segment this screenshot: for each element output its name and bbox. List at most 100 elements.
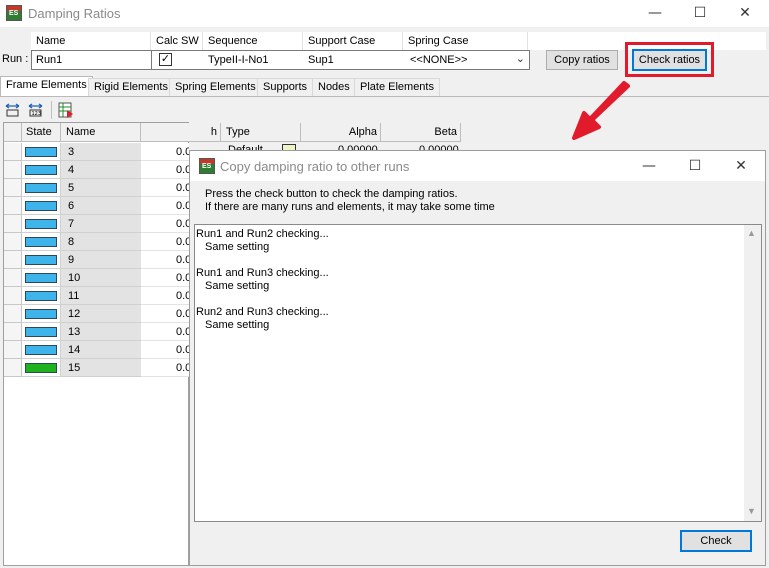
state-cell[interactable] <box>22 323 61 341</box>
toolbar-separator <box>51 101 52 119</box>
check-ratios-button[interactable]: Check ratios <box>632 49 707 71</box>
h-value-cell[interactable]: 0.05000 <box>141 215 189 233</box>
state-cell[interactable] <box>22 197 61 215</box>
element-name-cell[interactable]: 5 <box>61 179 141 197</box>
h-value-cell[interactable]: 0.05000 <box>141 197 189 215</box>
h-value-cell[interactable]: 0.05000 <box>141 341 189 359</box>
support-case-value[interactable]: Sup1 <box>304 51 404 69</box>
element-name-cell[interactable]: 7 <box>61 215 141 233</box>
scroll-up-icon[interactable]: ▲ <box>747 228 756 238</box>
grid-header-alpha[interactable]: Alpha <box>301 123 381 142</box>
row-header[interactable] <box>4 143 22 161</box>
run-name-field[interactable]: Run1 <box>32 51 152 69</box>
element-name-cell[interactable]: 15 <box>61 359 141 377</box>
h-value-cell[interactable]: 0.05000 <box>141 161 189 179</box>
grid-header-name[interactable]: Name <box>61 123 141 142</box>
h-value-cell[interactable]: 0.05000 <box>141 179 189 197</box>
h-value-cell[interactable]: 0.05000 <box>141 359 189 377</box>
h-value-cell[interactable]: 0.05000 <box>141 143 189 161</box>
dialog-minimize-button[interactable]: — <box>626 153 672 180</box>
check-button[interactable]: Check <box>680 530 752 552</box>
element-name-cell[interactable]: 8 <box>61 233 141 251</box>
h-value-cell[interactable]: 0.05000 <box>141 251 189 269</box>
element-name-cell[interactable]: 12 <box>61 305 141 323</box>
state-cell[interactable] <box>22 359 61 377</box>
grid-header-beta[interactable]: Beta <box>381 123 461 142</box>
grid-header-h[interactable]: h <box>141 123 221 142</box>
row-header[interactable] <box>4 341 22 359</box>
sequence-value[interactable]: TypeII-I-No1 <box>204 51 304 69</box>
state-cell[interactable] <box>22 143 61 161</box>
element-name-cell[interactable]: 10 <box>61 269 141 287</box>
dialog-close-button[interactable]: ✕ <box>718 153 764 180</box>
element-name-cell[interactable]: 4 <box>61 161 141 179</box>
state-indicator <box>25 219 57 229</box>
h-value-cell[interactable]: 0.05000 <box>141 305 189 323</box>
state-cell[interactable] <box>22 233 61 251</box>
log-result: Same setting <box>205 280 270 292</box>
h-value-cell[interactable]: 0.05000 <box>141 269 189 287</box>
state-cell[interactable] <box>22 179 61 197</box>
state-cell[interactable] <box>22 161 61 179</box>
minimize-button[interactable]: — <box>632 0 678 27</box>
dialog-instruction-line-2: If there are many runs and elements, it … <box>205 201 495 213</box>
row-header[interactable] <box>4 251 22 269</box>
fit-columns-icon[interactable]: 123 <box>27 102 44 118</box>
row-header[interactable] <box>4 197 22 215</box>
row-header[interactable] <box>4 179 22 197</box>
log-heading: Run1 and Run3 checking... <box>196 267 329 279</box>
tab-rigid-elements[interactable]: Rigid Elements <box>88 78 174 96</box>
state-cell[interactable] <box>22 305 61 323</box>
tab-nodes[interactable]: Nodes <box>312 78 356 96</box>
row-header[interactable] <box>4 215 22 233</box>
state-cell[interactable] <box>22 251 61 269</box>
row-header[interactable] <box>4 359 22 377</box>
row-header[interactable] <box>4 323 22 341</box>
dialog-maximize-button[interactable]: ☐ <box>672 153 718 180</box>
h-value-cell[interactable]: 0.05000 <box>141 323 189 341</box>
state-indicator <box>25 147 57 157</box>
expand-columns-icon[interactable] <box>4 102 21 118</box>
h-value-cell[interactable]: 0.05000 <box>141 233 189 251</box>
element-name-cell[interactable]: 9 <box>61 251 141 269</box>
row-header[interactable] <box>4 305 22 323</box>
grid-header-state[interactable]: State <box>22 123 61 142</box>
element-name-cell[interactable]: 13 <box>61 323 141 341</box>
chevron-down-icon[interactable]: ⌄ <box>516 52 525 65</box>
maximize-button[interactable]: ☐ <box>677 0 723 27</box>
tab-spring-elements[interactable]: Spring Elements <box>169 78 262 96</box>
element-name-cell[interactable]: 3 <box>61 143 141 161</box>
row-header[interactable] <box>4 161 22 179</box>
column-header-calc-sw: Calc SW <box>151 32 203 50</box>
spring-case-value[interactable]: <<NONE>> <box>406 51 506 69</box>
tab-supports[interactable]: Supports <box>257 78 314 96</box>
element-name-cell[interactable]: 11 <box>61 287 141 305</box>
dialog-instruction-line-1: Press the check button to check the damp… <box>205 188 458 200</box>
state-cell[interactable] <box>22 269 61 287</box>
element-name-cell[interactable]: 14 <box>61 341 141 359</box>
scroll-down-icon[interactable]: ▼ <box>747 506 756 516</box>
row-header-corner <box>4 123 22 142</box>
copy-damping-dialog: Copy damping ratio to other runs — ☐ ✕ P… <box>189 150 766 566</box>
log-scrollbar[interactable]: ▲ ▼ <box>744 225 761 521</box>
run-label: Run : <box>2 53 29 65</box>
row-header[interactable] <box>4 269 22 287</box>
h-value-cell[interactable]: 0.05000 <box>141 287 189 305</box>
export-table-icon[interactable] <box>58 102 75 118</box>
element-name-cell[interactable]: 6 <box>61 197 141 215</box>
state-indicator <box>25 327 57 337</box>
state-cell[interactable] <box>22 287 61 305</box>
grid-header-type[interactable]: Type <box>221 123 301 142</box>
copy-ratios-button[interactable]: Copy ratios <box>546 50 618 70</box>
run-row[interactable]: Run1 ✓ TypeII-I-No1 Sup1 <<NONE>> ⌄ <box>31 50 530 70</box>
tab-plate-elements[interactable]: Plate Elements <box>354 78 440 96</box>
tab-frame-elements[interactable]: Frame Elements <box>0 76 93 97</box>
row-header[interactable] <box>4 287 22 305</box>
state-cell[interactable] <box>22 215 61 233</box>
state-cell[interactable] <box>22 341 61 359</box>
row-header[interactable] <box>4 233 22 251</box>
check-log-textbox[interactable]: Run1 and Run2 checking... Same setting R… <box>194 224 762 522</box>
app-icon <box>6 5 22 21</box>
close-button[interactable]: ✕ <box>722 0 768 27</box>
calc-sw-checkbox[interactable]: ✓ <box>159 53 172 66</box>
